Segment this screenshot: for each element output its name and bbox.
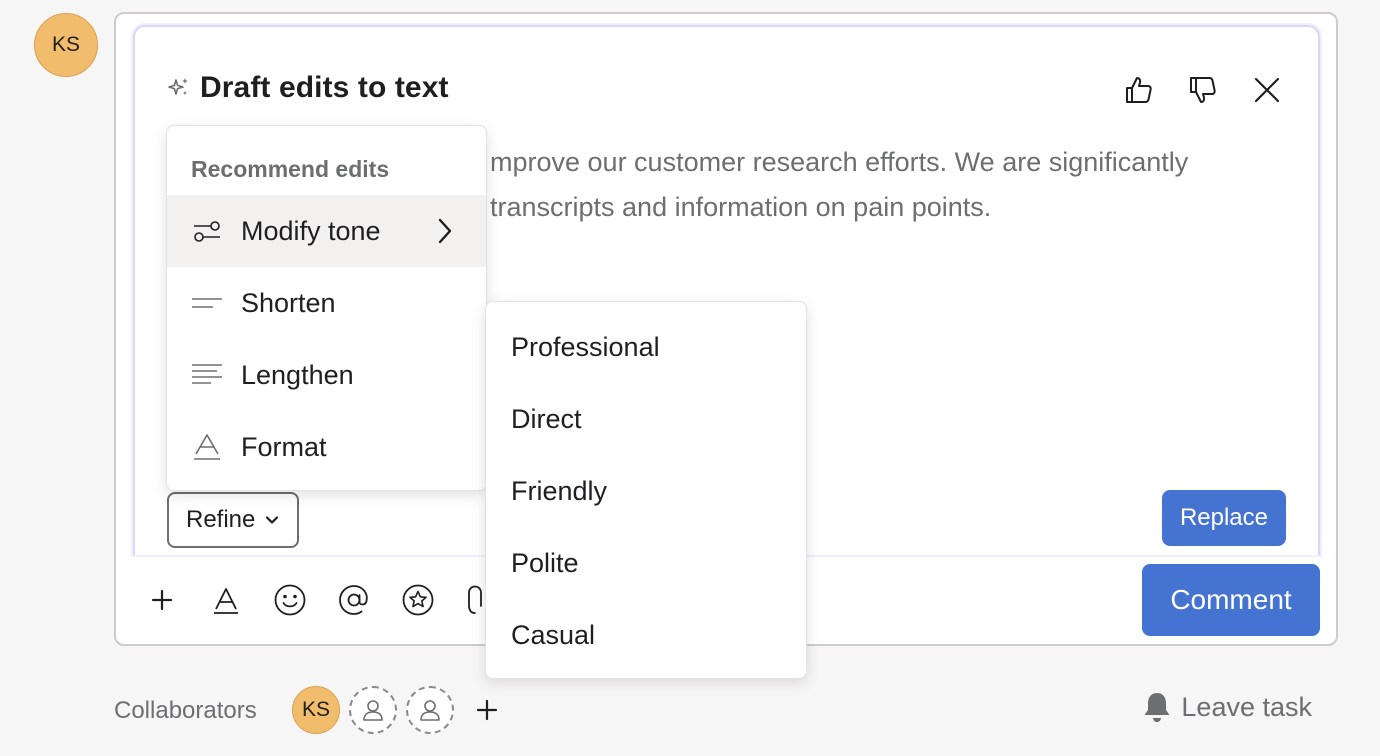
person-icon bbox=[420, 700, 440, 721]
close-icon bbox=[1254, 77, 1280, 103]
collaborator-initials: KS bbox=[301, 698, 330, 721]
format-icon bbox=[191, 431, 223, 463]
mention-icon bbox=[339, 585, 368, 615]
plus-icon bbox=[476, 699, 498, 721]
refine-label: Refine bbox=[186, 506, 256, 533]
emoji-button[interactable] bbox=[272, 582, 308, 618]
composer-toolbar bbox=[144, 582, 500, 618]
star-icon bbox=[402, 584, 434, 616]
text-format-button[interactable] bbox=[208, 582, 244, 618]
tone-submenu: Professional Direct Friendly Polite Casu… bbox=[485, 301, 807, 679]
add-button[interactable] bbox=[144, 582, 180, 618]
bell-icon bbox=[1144, 693, 1170, 722]
leave-task-label: Leave task bbox=[1181, 691, 1312, 722]
plus-icon bbox=[151, 589, 173, 611]
menu-item-label: Lengthen bbox=[241, 359, 354, 390]
comment-button[interactable]: Comment bbox=[1142, 564, 1320, 636]
person-icon bbox=[363, 700, 383, 721]
menu-item-label: Modify tone bbox=[241, 215, 381, 246]
leave-task-button[interactable]: Leave task bbox=[1141, 690, 1312, 724]
menu-heading: Recommend edits bbox=[191, 156, 390, 182]
draft-line: transcripts and information on pain poin… bbox=[490, 192, 992, 222]
draft-text: mprove our customer research efforts. We… bbox=[490, 140, 1290, 230]
chevron-right-icon bbox=[438, 218, 452, 244]
ai-feedback-actions bbox=[1120, 71, 1286, 109]
replace-button[interactable]: Replace bbox=[1161, 490, 1286, 546]
add-collaborator-button[interactable] bbox=[469, 692, 505, 728]
sliders-icon bbox=[191, 215, 223, 247]
menu-item-format[interactable]: Format bbox=[167, 411, 486, 483]
mention-button[interactable] bbox=[336, 582, 372, 618]
menu-item-lengthen[interactable]: Lengthen bbox=[167, 339, 486, 411]
task-comment-area: KS Draft edits to text mprove our custom… bbox=[0, 0, 1380, 756]
user-avatar: KS bbox=[34, 13, 98, 77]
tone-option-casual[interactable]: Casual bbox=[486, 599, 806, 671]
add-collaborator-slot[interactable] bbox=[349, 686, 397, 734]
tone-option-polite[interactable]: Polite bbox=[486, 527, 806, 599]
ai-panel-title: Draft edits to text bbox=[200, 71, 449, 104]
thumbs-up-button[interactable] bbox=[1120, 71, 1158, 109]
refine-button[interactable]: Refine bbox=[167, 492, 300, 548]
sparkle-icon bbox=[168, 78, 188, 95]
ai-title-row: Draft edits to text bbox=[167, 71, 449, 105]
tone-option-direct[interactable]: Direct bbox=[486, 383, 806, 455]
add-collaborator-slot[interactable] bbox=[406, 686, 454, 734]
tone-option-friendly[interactable]: Friendly bbox=[486, 455, 806, 527]
collaborators-list: KS bbox=[292, 686, 505, 734]
menu-item-label: Shorten bbox=[241, 287, 336, 318]
user-initials: KS bbox=[51, 33, 80, 56]
chevron-down-icon bbox=[266, 516, 279, 524]
recommend-edits-menu: Recommend edits Modify tone Shorten Leng… bbox=[166, 125, 487, 491]
collaborator-avatar[interactable]: KS bbox=[292, 686, 340, 734]
draft-line: mprove our customer research efforts. We… bbox=[490, 147, 1189, 177]
shorten-icon bbox=[191, 287, 223, 319]
menu-item-label: Format bbox=[241, 431, 327, 462]
thumbs-down-button[interactable] bbox=[1184, 71, 1222, 109]
tone-option-professional[interactable]: Professional bbox=[486, 311, 806, 383]
close-button[interactable] bbox=[1248, 71, 1286, 109]
collaborators-label: Collaborators bbox=[114, 697, 257, 724]
menu-item-shorten[interactable]: Shorten bbox=[167, 267, 486, 339]
text-format-icon bbox=[214, 588, 238, 614]
emoji-icon bbox=[274, 584, 306, 616]
lengthen-icon bbox=[191, 359, 223, 391]
menu-item-modify-tone[interactable]: Modify tone bbox=[167, 195, 486, 267]
appreciation-button[interactable] bbox=[400, 582, 436, 618]
thumbs-up-icon bbox=[1126, 77, 1152, 103]
thumbs-down-icon bbox=[1190, 77, 1216, 103]
